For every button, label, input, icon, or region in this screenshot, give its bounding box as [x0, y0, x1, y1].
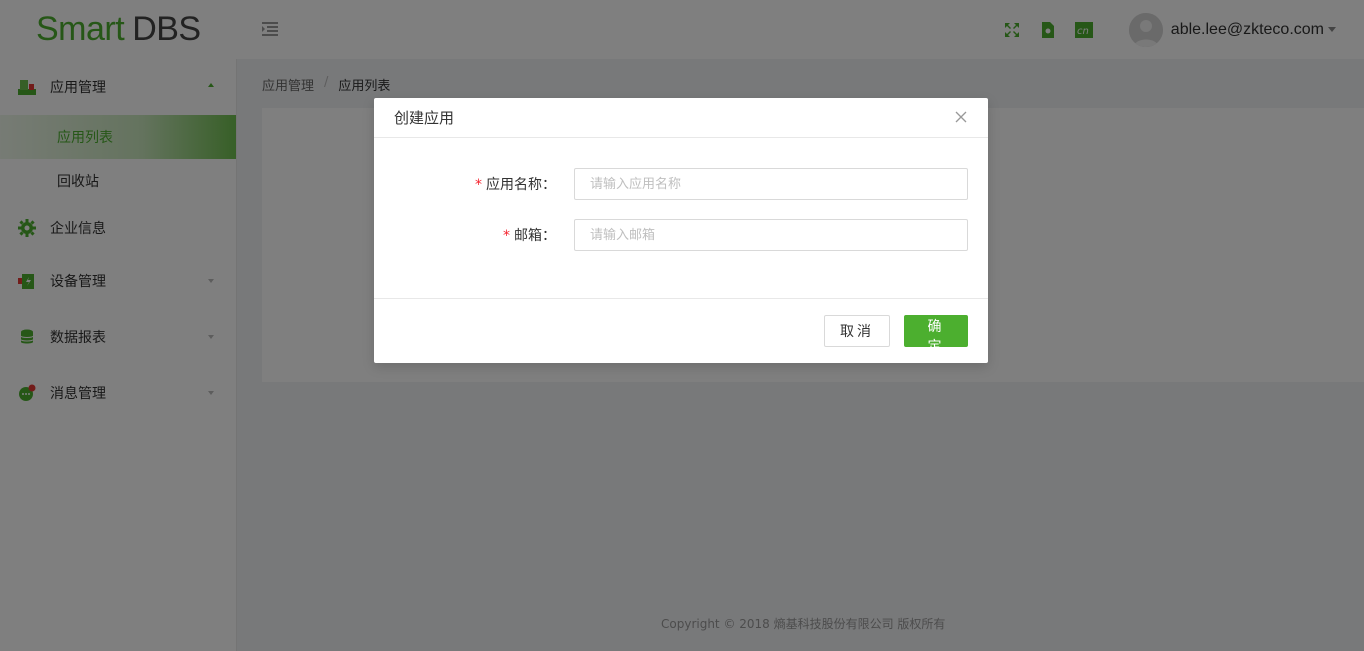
- required-mark: *: [475, 177, 482, 193]
- required-mark: *: [503, 228, 510, 244]
- form-row-email: * 邮箱：: [374, 219, 988, 251]
- field-colon: ：: [542, 228, 556, 244]
- email-label: * 邮箱：: [374, 225, 574, 245]
- create-app-dialog: 创建应用 *应用名称： *邮箱： 取消 确定: [374, 98, 988, 363]
- field-label: 应用名称: [486, 177, 542, 193]
- dialog-title: 创建应用: [394, 109, 455, 127]
- app-name-label: * 应用名称：: [374, 174, 574, 194]
- app-name-input[interactable]: [574, 168, 968, 200]
- form-row-app-name: * 应用名称：: [374, 168, 988, 200]
- field-label: 邮箱: [514, 228, 542, 244]
- dialog-footer: 取消 确定: [374, 299, 988, 362]
- dialog-header: 创建应用: [374, 98, 988, 138]
- dialog-body: *应用名称： *邮箱：: [374, 138, 988, 299]
- cancel-button[interactable]: 取消: [824, 314, 890, 347]
- email-input[interactable]: [574, 219, 968, 251]
- confirm-button[interactable]: 确定: [904, 314, 968, 355]
- field-colon: ：: [542, 177, 556, 193]
- close-icon[interactable]: [954, 110, 968, 124]
